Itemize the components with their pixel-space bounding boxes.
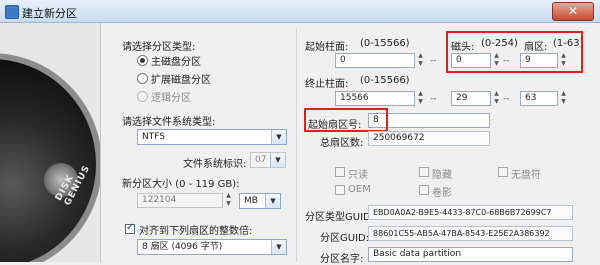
radio-logical-label: 逻辑分区 [151, 93, 191, 104]
oem-checkbox [335, 185, 345, 195]
hidden-checkbox [419, 167, 429, 177]
radio-extended-label[interactable]: 扩展磁盘分区 [151, 71, 211, 86]
partition-name-input[interactable]: Basic data partition [368, 247, 573, 262]
readonly-label: 只读 [348, 170, 368, 181]
start-cylinder-input[interactable]: 0 [335, 53, 415, 68]
window-title: 建立新分区 [22, 7, 77, 20]
end-cylinder-label: 终止柱面: [305, 79, 349, 90]
radio-primary[interactable] [137, 55, 148, 66]
hard-disk-image [0, 53, 100, 262]
filesystem-value: NTFS [142, 132, 165, 142]
hidden-label: 隐藏 [432, 170, 452, 181]
app-icon [5, 5, 19, 19]
disk-illustration-panel: DISK GENIUS [0, 23, 101, 262]
separator-dash: -- [430, 56, 437, 66]
fs-id-select: 07 ▼ [250, 152, 286, 168]
oem-label: OEM [348, 184, 371, 195]
align-checkbox[interactable] [125, 222, 135, 234]
separator-dash: -- [430, 94, 437, 104]
title-bar: 建立新分区 ✕ [0, 0, 600, 23]
radio-logical [137, 91, 148, 102]
align-select[interactable]: 8 扇区 (4096 字节) ▼ [137, 239, 287, 255]
highlight-start-chs [446, 31, 583, 73]
filesystem-label: 请选择文件系统类型: [122, 117, 216, 128]
align-value: 8 扇区 (4096 字节) [142, 242, 223, 252]
partition-name-label: 分区名字: [320, 254, 364, 265]
end-head-input[interactable]: 29 [451, 91, 491, 106]
highlight-start-sector [304, 108, 388, 132]
filesystem-select[interactable]: NTFS ▼ [137, 129, 287, 145]
start-cylinder-label: 起始柱面: [305, 42, 349, 53]
column-separator [296, 28, 297, 262]
separator-dash: -- [503, 94, 510, 104]
chevron-down-icon[interactable]: ▼ [271, 240, 286, 254]
total-sectors-label: 总扇区数: [320, 138, 364, 149]
start-cylinder-range: (0-15566) [360, 38, 410, 49]
radio-extended[interactable] [137, 73, 148, 84]
guid-field: 88601C55-AB5A-47BA-8543-E25E2A386392 [368, 226, 573, 241]
start-cylinder-spinner[interactable]: ▲ ▼ [416, 52, 425, 68]
guid-label: 分区GUID: [320, 233, 370, 244]
close-button[interactable]: ✕ [552, 2, 594, 21]
size-input[interactable]: 122104 [137, 193, 223, 208]
chevron-down-icon: ▼ [270, 153, 285, 167]
radio-primary-label[interactable]: 主磁盘分区 [151, 53, 201, 68]
chevron-down-icon[interactable]: ▼ [271, 130, 286, 144]
shadow-checkbox [419, 185, 429, 195]
fs-id-value: 07 [255, 155, 267, 165]
chevron-down-icon[interactable]: ▼ [265, 194, 280, 208]
no-letter-checkbox [498, 167, 508, 177]
end-sector-spinner[interactable]: ▲ ▼ [559, 90, 568, 106]
size-spinner[interactable]: ▲ ▼ [224, 192, 233, 208]
size-label: 新分区大小 (0 - 119 GB): [122, 179, 240, 190]
end-cylinder-spinner[interactable]: ▲ ▼ [416, 90, 425, 106]
no-letter-label: 无盘符 [511, 170, 541, 181]
unit-select[interactable]: MB ▼ [239, 193, 281, 209]
align-label[interactable]: 对齐到下列扇区的整数倍: [139, 222, 252, 237]
end-cylinder-range: (0-15566) [360, 75, 410, 86]
unit-value: MB [244, 196, 258, 206]
type-guid-field: EBD0A0A2-B9E5-4433-87C0-68B6B72699C7 [368, 205, 573, 220]
fs-id-label: 文件系统标识: [183, 159, 247, 170]
end-cylinder-input[interactable]: 15566 [335, 91, 415, 106]
end-head-spinner[interactable]: ▲ ▼ [492, 90, 501, 106]
shadow-label: 卷影 [432, 188, 452, 199]
total-sectors-field: 250069672 [368, 131, 490, 146]
end-sector-input[interactable]: 63 [520, 91, 558, 106]
readonly-checkbox [335, 167, 345, 177]
type-guid-label: 分区类型GUID: [305, 212, 375, 223]
partition-type-label: 请选择分区类型: [122, 42, 196, 53]
